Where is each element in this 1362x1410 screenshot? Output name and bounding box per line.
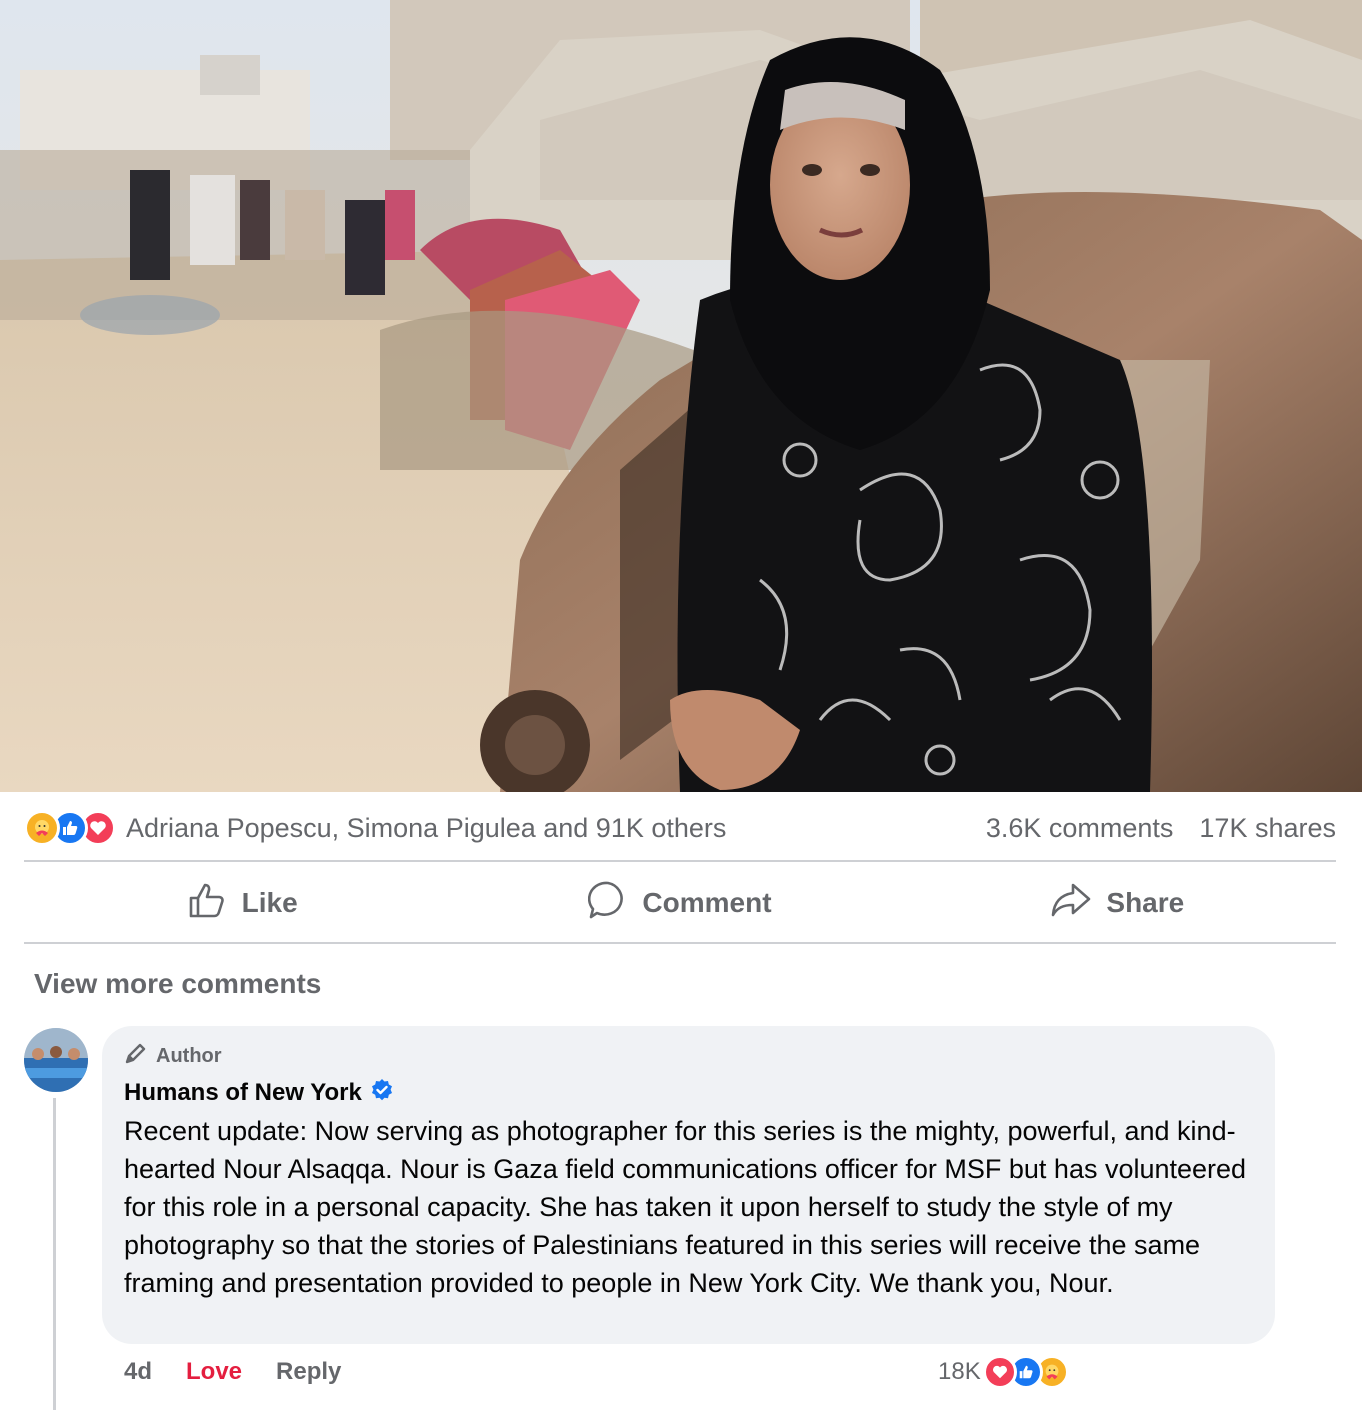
comment-author: Humans of New York (124, 1076, 1253, 1110)
comment-reply-button[interactable]: Reply (276, 1358, 341, 1386)
engagement-counts: 3.6K comments 17K shares (986, 813, 1336, 844)
share-button[interactable]: Share (899, 882, 1336, 925)
thread-line (53, 1098, 56, 1410)
view-more-comments-link[interactable]: View more comments (34, 968, 321, 1000)
comment-reactions[interactable]: 18K (938, 1352, 1069, 1392)
author-badge: Author (124, 1042, 1253, 1070)
comment-timestamp[interactable]: 4d (124, 1358, 152, 1386)
share-label: Share (1106, 887, 1185, 918)
comment-text: Recent update: Now serving as photograph… (124, 1116, 1247, 1298)
author-badge-label: Author (156, 1044, 222, 1067)
comment-meta: 4d Love Reply (124, 1354, 341, 1390)
divider-top (24, 860, 1336, 862)
post-photo-image (0, 0, 1362, 792)
comment-label: Comment (642, 887, 772, 918)
avatar[interactable] (24, 1028, 88, 1092)
speech-bubble-icon (588, 880, 628, 927)
comments-count[interactable]: 3.6K comments (986, 813, 1174, 844)
comment-bubble: Author Humans of New York Recent update:… (102, 1026, 1275, 1344)
comment-reaction-count: 18K (938, 1358, 981, 1385)
shares-count[interactable]: 17K shares (1199, 813, 1336, 844)
post-photo[interactable] (0, 0, 1362, 792)
share-arrow-icon (1050, 882, 1092, 925)
post-action-bar: Like Comment Share (24, 864, 1336, 942)
care-reaction-icon (24, 810, 60, 846)
like-label: Like (241, 887, 298, 918)
comment-button[interactable]: Comment (461, 880, 898, 927)
comment-love-button[interactable]: Love (186, 1358, 242, 1386)
thumbs-up-icon (188, 881, 228, 926)
reactions-names[interactable]: Adriana Popescu, Simona Pigulea and 91K … (126, 813, 726, 844)
pencil-icon (124, 1041, 148, 1071)
comment-author-name[interactable]: Humans of New York (124, 1079, 362, 1107)
reactions-summary-bar: Adriana Popescu, Simona Pigulea and 91K … (24, 808, 1336, 848)
divider-bottom (24, 942, 1336, 944)
verified-badge-icon (370, 1078, 394, 1109)
like-button[interactable]: Like (24, 881, 461, 926)
love-reaction-icon (982, 1355, 1017, 1389)
avatar-image (24, 1028, 88, 1092)
reaction-icons[interactable] (24, 810, 116, 846)
reactions-summary[interactable]: Adriana Popescu, Simona Pigulea and 91K … (24, 810, 726, 846)
